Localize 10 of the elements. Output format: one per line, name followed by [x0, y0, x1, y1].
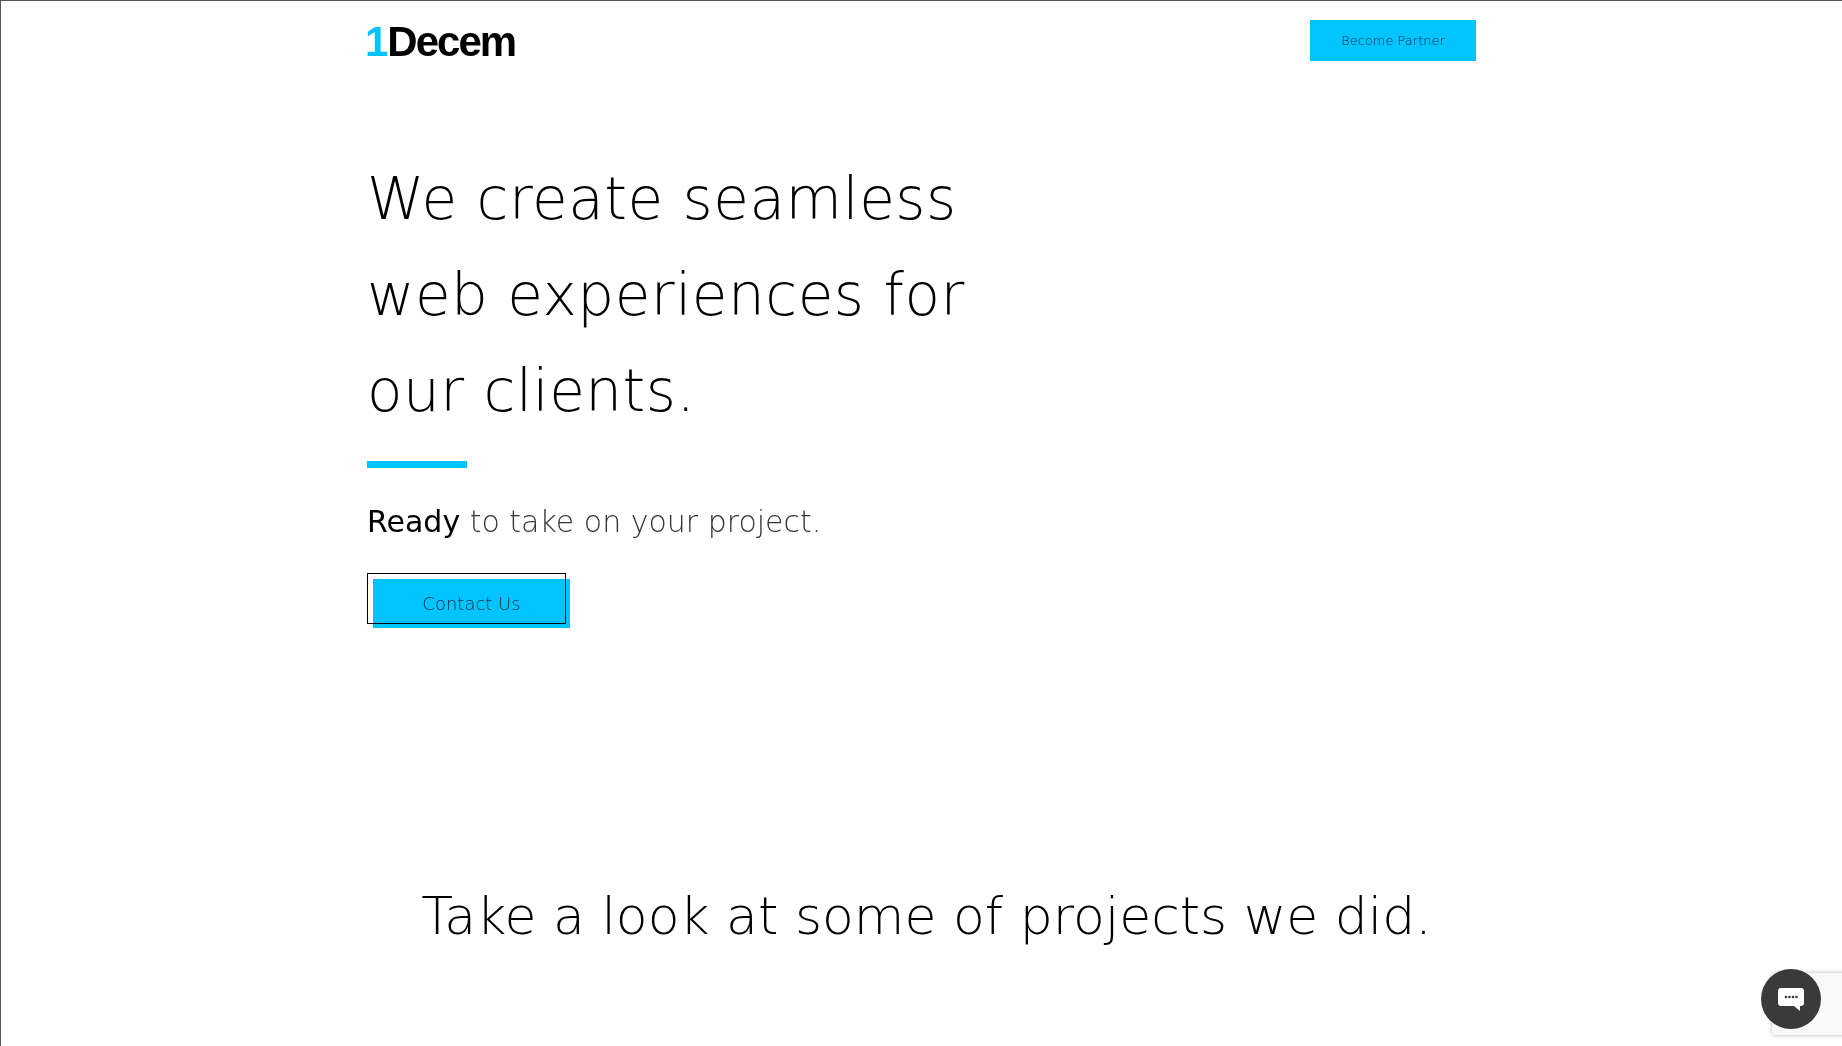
logo[interactable]: 1Decem — [365, 17, 516, 63]
hero-headline: web experiences for — [367, 260, 965, 331]
hero-headline: We create seamless — [367, 164, 958, 235]
tagline: Ready to take on your project. — [367, 504, 822, 539]
contact-us-button[interactable]: Contact Us — [373, 579, 570, 628]
become-partner-button[interactable]: Become Partner — [1310, 19, 1476, 61]
hero-headline: our clients. — [367, 356, 697, 427]
section-heading: Take a look at some of projects we did. — [420, 886, 1433, 946]
chat-button[interactable] — [1761, 969, 1821, 1029]
chat-icon — [1777, 986, 1805, 1012]
